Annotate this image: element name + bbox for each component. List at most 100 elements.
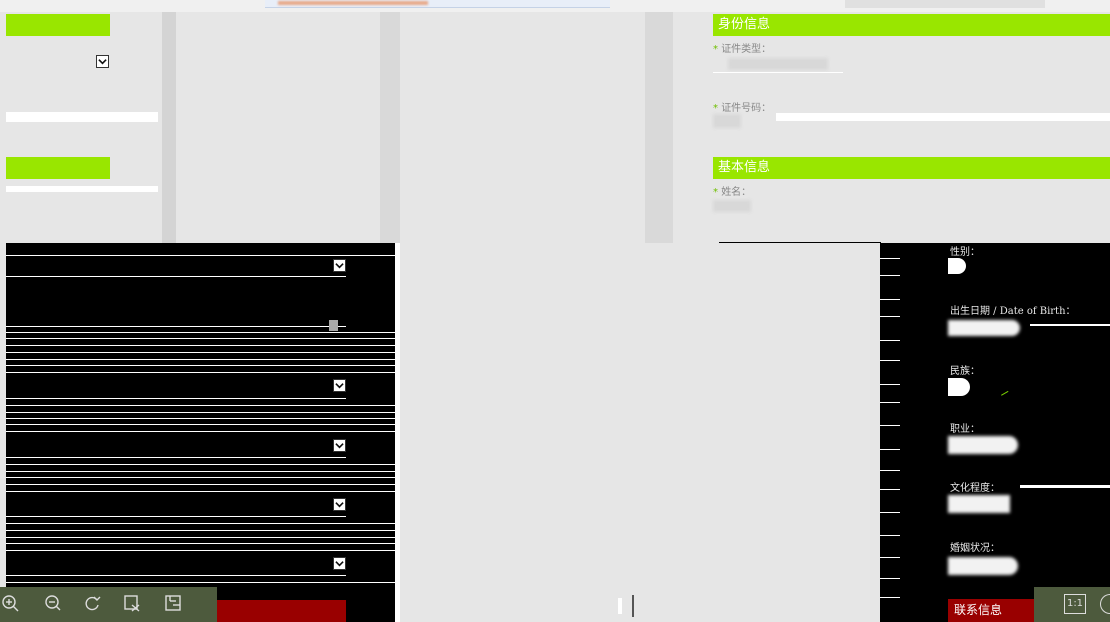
contact-info-label: 联系信息 [954,603,1003,617]
save-icon [165,595,181,611]
stripe [880,557,900,558]
row-line [6,523,395,524]
zoom-in-button[interactable] [0,592,22,614]
row-line [6,365,395,366]
column-divider-2 [380,12,400,243]
dob-line [1030,324,1110,326]
doc-type-label: * 证件类型： [713,44,772,55]
chevron-down-icon [335,383,344,389]
education-value[interactable] [948,495,1010,513]
chevron-down-icon [335,561,344,567]
row-line [6,332,395,333]
name-label: * 姓名： [713,187,752,198]
row-line [6,424,395,425]
fit-label: 1:1 [1066,598,1084,609]
row-line [6,575,346,576]
stripe [880,489,900,490]
submit-area[interactable] [217,600,346,622]
left-input-underline [6,112,158,122]
name-underline [719,242,881,243]
stripe [880,402,900,403]
column-divider-3 [645,12,673,243]
left-dropdown-5[interactable] [333,498,346,511]
left-dropdown-6[interactable] [333,557,346,570]
image-toolbar [0,587,217,622]
row-line [6,516,346,517]
top-url-text [278,1,428,5]
zoom-in-icon [2,595,19,612]
row-line [6,530,395,531]
name-value[interactable] [713,200,751,212]
marital-value[interactable] [948,557,1018,575]
stripe [880,578,900,579]
scroll-marker-2[interactable] [632,595,634,617]
basic-section-title: 基本信息 [718,160,771,175]
education-label: 文化程度： [950,483,1000,494]
row-line [6,431,395,432]
screen: 身份信息 * 证件类型： * 证件号码： 基本信息 * 姓名： 性别： 出生日期… [0,0,1110,622]
stripe [880,449,900,450]
ethnicity-radio[interactable] [948,378,970,396]
education-line [1020,485,1110,488]
doc-type-value[interactable] [728,58,828,70]
stripe [880,425,900,426]
row-line [6,338,395,339]
scroll-marker[interactable] [618,598,622,614]
occupation-label: 职业： [950,424,980,435]
calendar-icon[interactable] [329,320,338,331]
stripe [880,470,900,471]
row-line [6,471,395,472]
column-divider-1 [162,12,176,243]
left-section-bar-1 [6,14,110,36]
zoom-out-button[interactable] [42,592,64,614]
row-line [6,418,395,419]
stripe [880,316,900,317]
crop-icon [124,595,140,612]
splitter-line[interactable] [395,243,400,622]
chevron-down-icon [98,59,107,65]
gender-radio[interactable] [948,258,966,274]
doc-number-value[interactable] [713,114,741,128]
row-line [6,464,395,465]
dob-value[interactable] [948,320,1020,336]
rotate-icon [85,596,101,611]
save-button[interactable] [162,592,184,614]
left-input-underline-2 [6,186,158,192]
row-line [6,326,346,327]
crop-button[interactable] [121,592,143,614]
row-line [6,491,395,492]
stripe [880,384,900,385]
row-line [6,345,395,346]
contact-info-button[interactable]: 联系信息 [948,599,1034,622]
row-line [6,484,395,485]
dob-label: 出生日期 / Date of Birth： [950,306,1076,317]
stripe [880,299,900,300]
chevron-down-icon [335,443,344,449]
row-line [6,550,395,551]
fit-button[interactable]: 1:1 [1064,594,1086,614]
row-line [6,543,395,544]
marital-label: 婚姻状况： [950,543,1000,554]
chevron-down-icon [335,502,344,508]
left-dropdown-4[interactable] [333,439,346,452]
row-line [6,457,346,458]
stripe [880,512,900,513]
top-right-control[interactable] [845,0,1045,8]
row-line [6,412,395,413]
left-dropdown-1[interactable] [96,55,109,68]
stripe [880,597,900,598]
row-line [6,582,395,583]
left-section-bar-2 [6,157,110,179]
occupation-value[interactable] [948,436,1018,454]
row-line [6,255,395,256]
row-line [6,352,395,353]
doc-number-input[interactable] [776,113,1110,121]
row-line [6,405,395,406]
rotate-button[interactable] [81,592,103,614]
row-line [6,537,395,538]
row-line [6,398,346,399]
identity-section-bar: 身份信息 [713,14,1110,36]
gender-label: 性别： [950,247,980,258]
left-dropdown-3[interactable] [333,379,346,392]
left-dropdown-2[interactable] [333,259,346,272]
